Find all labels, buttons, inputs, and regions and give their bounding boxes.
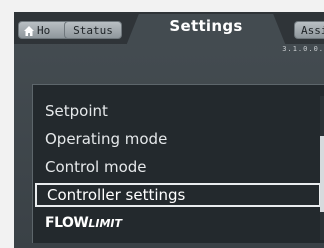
settings-menu: Setpoint Operating mode Control mode Con…	[32, 84, 324, 243]
page-title: Settings	[169, 17, 243, 35]
tab-home-label: Ho	[37, 24, 51, 37]
tab-assist-label: Assi	[301, 24, 324, 37]
flowlimit-suffix-label: LIMIT	[88, 217, 122, 230]
menu-item-operating-mode[interactable]: Operating mode	[41, 127, 313, 151]
home-icon	[24, 26, 34, 36]
tab-assist[interactable]: Assi	[294, 21, 324, 39]
flowlimit-main-label: FLOW	[45, 215, 89, 231]
display-screen: Ho Status Settings Assi 3.1.0.0. Setpoin…	[14, 12, 324, 248]
tab-status[interactable]: Status	[64, 21, 122, 39]
scrollbar-thumb[interactable]	[320, 136, 324, 212]
menu-item-setpoint[interactable]: Setpoint	[41, 99, 313, 123]
version-label: 3.1.0.0.	[282, 45, 324, 53]
menu-item-flowlimit[interactable]: FLOWLIMIT	[41, 211, 313, 235]
menu-item-control-mode[interactable]: Control mode	[41, 155, 313, 179]
menu-item-controller-settings[interactable]: Controller settings	[35, 183, 321, 207]
tab-status-label: Status	[73, 24, 113, 37]
